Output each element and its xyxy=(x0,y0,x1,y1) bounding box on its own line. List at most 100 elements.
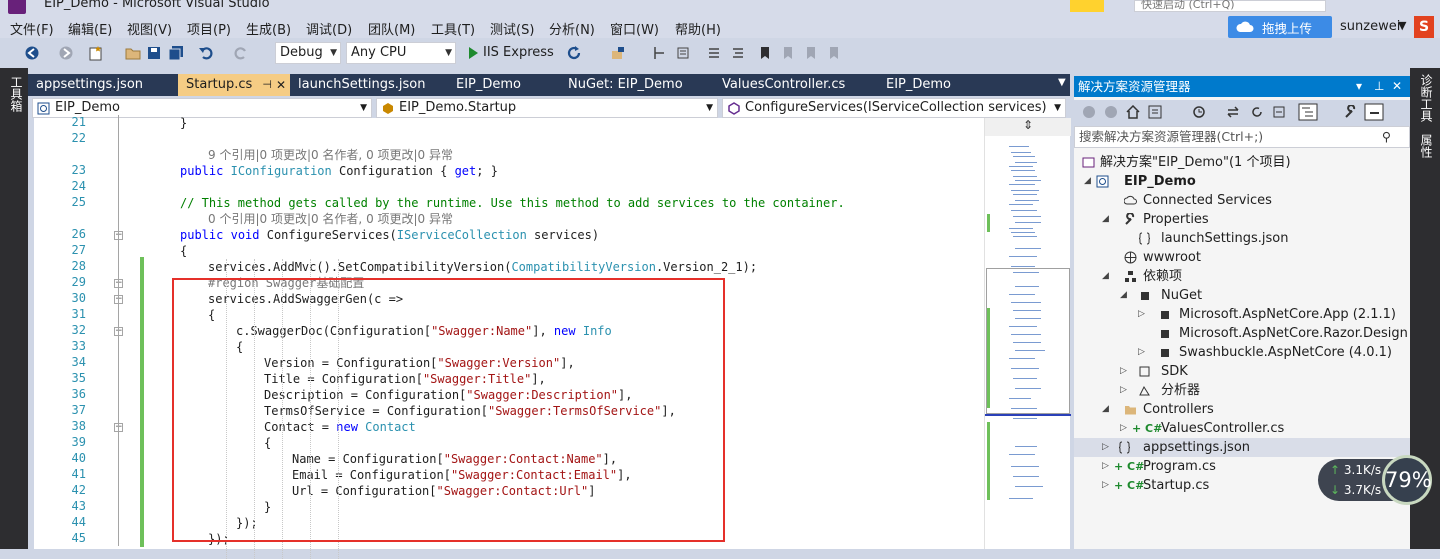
tree-project-node[interactable]: ◢ EIP_Demo xyxy=(1074,172,1410,191)
diagnostic-tools-tab[interactable]: 诊断工具 xyxy=(1418,74,1435,122)
collapsed-arrow-icon[interactable]: ▷ xyxy=(1102,457,1109,476)
menu-project[interactable]: 项目(P) xyxy=(187,19,231,38)
code-line[interactable]: // This method gets called by the runtim… xyxy=(180,195,845,211)
collapsed-arrow-icon[interactable]: ▷ xyxy=(1120,381,1127,400)
class-dropdown[interactable]: EIP_Demo.Startup ▼ xyxy=(376,98,718,118)
collapse-all-icon[interactable] xyxy=(1272,105,1286,119)
collapsed-arrow-icon[interactable]: ▷ xyxy=(1102,476,1109,495)
pending-changes-filter-icon[interactable] xyxy=(1192,105,1206,119)
code-line[interactable]: services.AddMvc().SetCompatibilityVersio… xyxy=(208,259,757,275)
step-into-icon[interactable] xyxy=(652,45,668,61)
menu-view[interactable]: 视图(V) xyxy=(127,19,172,38)
properties-wrench-icon[interactable] xyxy=(1344,105,1358,119)
tree-dependencies[interactable]: ◢ 依赖项 xyxy=(1074,267,1410,286)
next-bookmark-icon[interactable] xyxy=(803,45,819,61)
tree-package-razor-design[interactable]: Microsoft.AspNetCore.Razor.Design (2. xyxy=(1074,324,1430,343)
refresh-icon[interactable] xyxy=(1250,105,1264,119)
member-dropdown[interactable]: ConfigureServices(IServiceCollection ser… xyxy=(722,98,1066,118)
menu-edit[interactable]: 编辑(E) xyxy=(68,19,112,38)
previous-bookmark-icon[interactable] xyxy=(780,45,796,61)
tab-overflow-chevron-icon[interactable]: ▼ xyxy=(1058,77,1066,88)
show-all-files-icon[interactable] xyxy=(1298,103,1318,121)
tree-wwwroot[interactable]: wwwroot xyxy=(1074,248,1410,267)
code-line[interactable]: public void ConfigureServices(IServiceCo… xyxy=(180,227,599,243)
save-icon[interactable] xyxy=(146,45,162,61)
collapsed-arrow-icon[interactable]: ▷ xyxy=(1120,362,1127,381)
menu-build[interactable]: 生成(B) xyxy=(246,19,291,38)
tab-eip-demo-2[interactable]: EIP_Demo xyxy=(878,74,990,96)
close-icon[interactable]: ✕ xyxy=(1392,76,1402,97)
menu-debug[interactable]: 调试(D) xyxy=(306,19,352,38)
forward-icon[interactable] xyxy=(58,45,74,61)
switch-views-icon[interactable] xyxy=(1148,105,1162,119)
uncomment-lines-icon[interactable] xyxy=(730,45,746,61)
panel-menu-chevron-icon[interactable]: ▾ xyxy=(1356,76,1362,97)
menu-window[interactable]: 窗口(W) xyxy=(610,19,659,38)
minimap-scrollbar[interactable]: ⇕ xyxy=(984,118,1071,549)
codelens-info[interactable]: 0 个引用|0 项更改|0 名作者, 0 项更改|0 异常 xyxy=(208,211,453,227)
comment-lines-icon[interactable] xyxy=(706,45,722,61)
find-in-files-icon[interactable] xyxy=(610,45,626,61)
minimap-viewport[interactable] xyxy=(986,268,1070,414)
split-editor-icon[interactable]: ⇕ xyxy=(985,118,1071,136)
tree-properties[interactable]: ◢ Properties xyxy=(1074,210,1410,229)
toolbox-tab[interactable]: 工具箱 xyxy=(8,76,25,112)
tree-launchsettings[interactable]: launchSettings.json xyxy=(1074,229,1410,248)
open-folder-icon[interactable] xyxy=(125,45,141,61)
code-line[interactable]: public IConfiguration Configuration { ge… xyxy=(180,163,498,179)
save-all-icon[interactable] xyxy=(168,45,184,61)
preview-selected-items-icon[interactable] xyxy=(1364,103,1384,121)
code-line[interactable]: } xyxy=(180,115,187,131)
s-app-badge[interactable]: S xyxy=(1414,16,1434,38)
collapsed-arrow-icon[interactable]: ▷ xyxy=(1120,419,1127,438)
menu-test[interactable]: 测试(S) xyxy=(490,19,534,38)
menu-file[interactable]: 文件(F) xyxy=(10,19,54,38)
codelens-info[interactable]: 9 个引用|0 项更改|0 名作者, 0 项更改|0 异常 xyxy=(208,147,453,163)
tree-connected-services[interactable]: Connected Services xyxy=(1074,191,1410,210)
tab-startup-cs[interactable]: Startup.cs ⊣ ✕ xyxy=(178,74,290,96)
tree-package-swashbuckle[interactable]: ▷ Swashbuckle.AspNetCore (4.0.1) xyxy=(1074,343,1410,362)
back-icon[interactable] xyxy=(1082,105,1096,119)
drag-upload-button[interactable]: 拖拽上传 xyxy=(1228,16,1332,38)
clear-bookmarks-icon[interactable] xyxy=(826,45,842,61)
tree-valuescontroller[interactable]: ▷ + C# ValuesController.cs xyxy=(1074,419,1410,438)
tree-package-aspnetcore-app[interactable]: ▷ Microsoft.AspNetCore.App (2.1.1) xyxy=(1074,305,1410,324)
undo-icon[interactable] xyxy=(198,45,214,61)
tab-valuescontroller-cs[interactable]: ValuesController.cs xyxy=(714,74,878,96)
menu-team[interactable]: 团队(M) xyxy=(368,19,415,38)
tree-analyzers[interactable]: ▷ 分析器 xyxy=(1074,381,1410,400)
expanded-arrow-icon[interactable]: ◢ xyxy=(1102,267,1109,286)
pin-icon[interactable]: ⊣ xyxy=(262,74,272,96)
tab-eip-demo[interactable]: EIP_Demo xyxy=(448,74,560,96)
tree-controllers[interactable]: ◢ Controllers xyxy=(1074,400,1410,419)
tree-solution-node[interactable]: 解决方案"EIP_Demo"(1 个项目) xyxy=(1074,153,1410,172)
tab-nuget-eip-demo[interactable]: NuGet: EIP_Demo xyxy=(560,74,718,96)
menu-help[interactable]: 帮助(H) xyxy=(675,19,721,38)
expanded-arrow-icon[interactable]: ◢ xyxy=(1120,286,1127,305)
refresh-icon[interactable] xyxy=(566,45,582,61)
search-icon[interactable]: ⚲ xyxy=(1382,127,1391,147)
expanded-arrow-icon[interactable]: ◢ xyxy=(1084,172,1091,191)
properties-tab[interactable]: 属性 xyxy=(1418,134,1435,158)
collapsed-arrow-icon[interactable]: ▷ xyxy=(1138,305,1145,324)
notification-flag-icon[interactable] xyxy=(1070,0,1104,12)
home-icon[interactable] xyxy=(1126,105,1140,119)
tree-sdk[interactable]: ▷ SDK xyxy=(1074,362,1410,381)
close-icon[interactable]: ✕ xyxy=(276,74,286,96)
collapsed-arrow-icon[interactable]: ▷ xyxy=(1102,438,1109,457)
run-target-label[interactable]: IIS Express xyxy=(483,45,554,60)
tab-appsettings-json[interactable]: appsettings.json xyxy=(28,74,178,96)
start-debugging-icon[interactable] xyxy=(465,45,481,61)
tree-nuget[interactable]: ◢ NuGet xyxy=(1074,286,1410,305)
back-icon[interactable] xyxy=(24,45,40,61)
quick-launch-input[interactable]: 快速启动 (Ctrl+Q) xyxy=(1134,0,1326,12)
tab-launchsettings-json[interactable]: launchSettings.json xyxy=(290,74,448,96)
user-name[interactable]: sunzewei xyxy=(1340,19,1400,34)
bookmark-icon[interactable] xyxy=(757,45,773,61)
auto-hide-pin-icon[interactable]: ⊥ xyxy=(1374,76,1384,97)
menu-analyze[interactable]: 分析(N) xyxy=(549,19,595,38)
collapsed-arrow-icon[interactable]: ▷ xyxy=(1138,343,1145,362)
step-over-icon[interactable] xyxy=(675,45,691,61)
platform-dropdown[interactable]: Any CPU ▼ xyxy=(346,42,456,64)
code-line[interactable]: { xyxy=(180,243,187,259)
